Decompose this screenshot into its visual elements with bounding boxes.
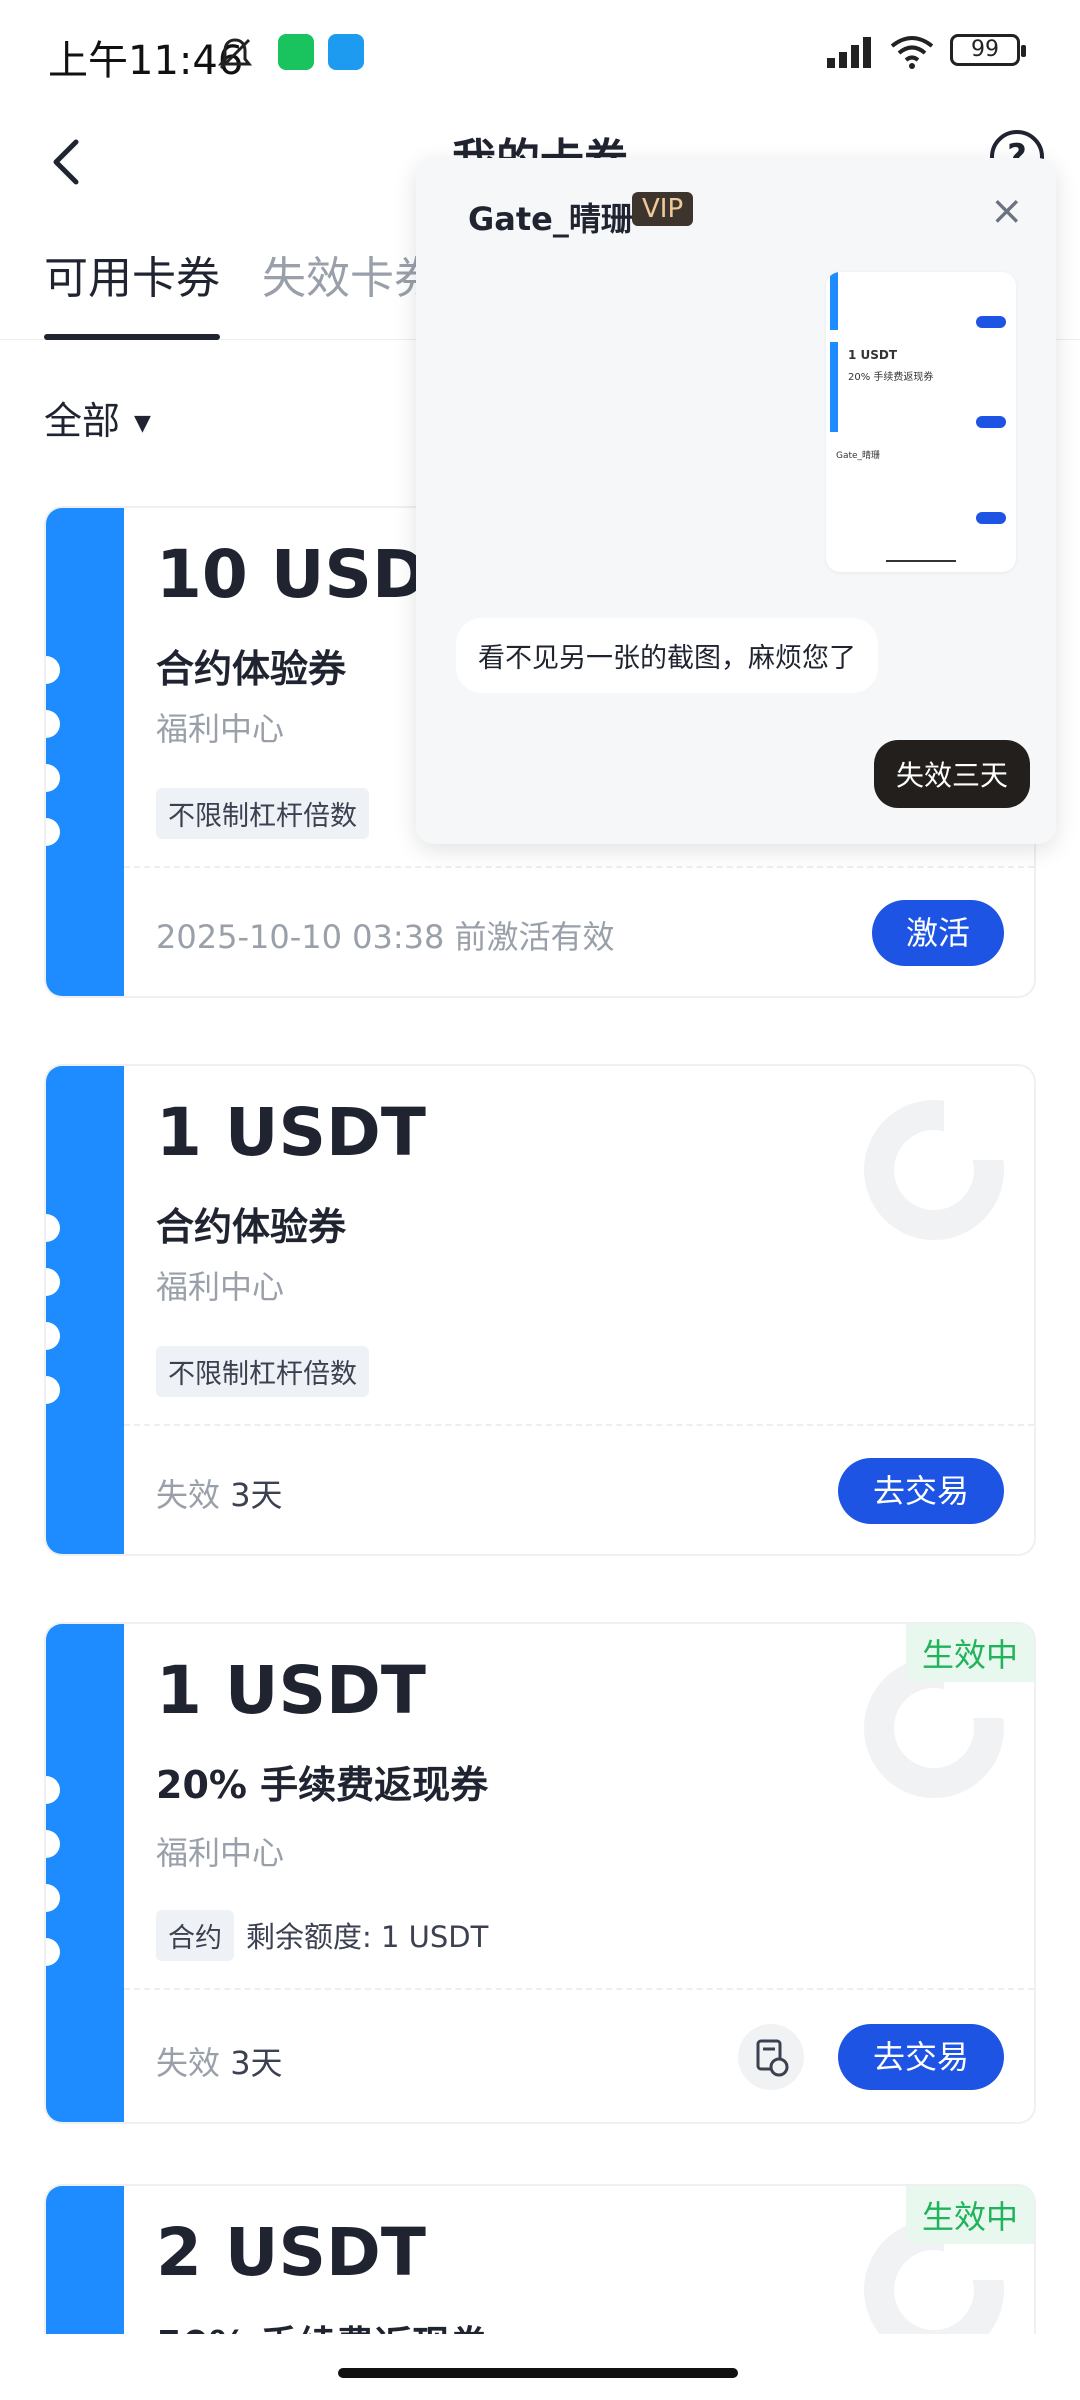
coupon-tag: 合约 [156,1910,234,1961]
coupon-amount: 1 USDT [156,1652,426,1729]
thumbnail-chat-name: Gate_晴珊 [836,451,881,461]
coupon-card: 1 USDT 合约体验券 福利中心 不限制杠杆倍数 失效 3天 去交易 [44,1064,1036,1556]
received-message: 看不见另一张的截图，麻烦您了 [456,618,878,693]
close-icon[interactable]: × [990,188,1024,234]
upload-icon [328,34,364,70]
filter-label: 全部 [44,399,121,443]
home-indicator[interactable] [338,2368,738,2378]
coupon-source: 福利中心 [156,1834,285,1872]
sender-name: Gate_晴珊 [468,200,633,238]
card-strip [46,1624,124,2122]
gate-logo-watermark [864,1100,1004,1240]
sent-message: 失效三天 [873,740,1030,808]
tab-available[interactable]: 可用卡券 [44,242,220,306]
coupon-source: 福利中心 [156,710,285,748]
tab-expired[interactable]: 失效卡券 [262,242,438,306]
coupon-name: 合约体验券 [156,1205,347,1249]
mute-icon [217,38,253,70]
status-bar: 上午11:46 99 [0,0,1080,110]
expiry-text: 失效 3天 [156,2044,283,2082]
status-time: 上午11:46 [48,38,244,84]
coupon-card: 生效中 2 USDT 50% 手续费返现券 [44,2184,1036,2334]
coupon-tag: 不限制杠杆倍数 [156,788,369,839]
trade-button[interactable]: 去交易 [838,2024,1004,2090]
coupon-name: 20% 手续费返现券 [156,1763,489,1807]
expiry-text: 失效 3天 [156,1476,283,1514]
remaining-quota: 剩余额度: 1 USDT [246,1920,489,1954]
card-strip [46,1066,124,1554]
coupon-name: 50% 手续费返现券 [156,2314,488,2334]
usage-record-icon[interactable] [738,2024,804,2090]
coupon-amount: 1 USDT [156,1094,426,1171]
filter-dropdown[interactable]: 全部 ▼ [44,390,151,445]
wifi-icon [890,36,934,69]
card-strip [46,2186,124,2334]
screenshot-thumbnail[interactable]: 1 USDT 20% 手续费返现券 Gate_晴珊 [826,272,1016,572]
expiry-text: 2025-10-10 03:38 前激活有效 [156,918,615,956]
status-badge: 生效中 [905,1624,1034,1682]
thumbnail-name: 20% 手续费返现券 [848,372,934,383]
vip-badge: VIP [632,192,694,226]
card-strip [46,508,124,996]
tab-active-indicator [44,334,220,340]
coupon-tag: 不限制杠杆倍数 [156,1346,369,1397]
status-badge: 生效中 [905,2186,1034,2244]
coupon-card: 生效中 1 USDT 20% 手续费返现券 福利中心 合约 剩余额度: 1 US… [44,1622,1036,2124]
trade-button[interactable]: 去交易 [838,1458,1004,1524]
coupon-amount: 2 USDT [156,2214,426,2291]
thumbnail-amount: 1 USDT [848,348,898,362]
battery-icon: 99 [950,34,1026,66]
coupon-name: 合约体验券 [156,647,347,691]
wechat-icon [278,34,314,70]
caret-down-icon: ▼ [134,411,151,436]
activate-button[interactable]: 激活 [872,900,1004,966]
chat-notification-popup[interactable]: Gate_晴珊 VIP × 1 USDT 20% 手续费返现券 Gate_晴珊 … [416,158,1056,844]
coupon-source: 福利中心 [156,1268,285,1306]
signal-icon [827,37,871,68]
